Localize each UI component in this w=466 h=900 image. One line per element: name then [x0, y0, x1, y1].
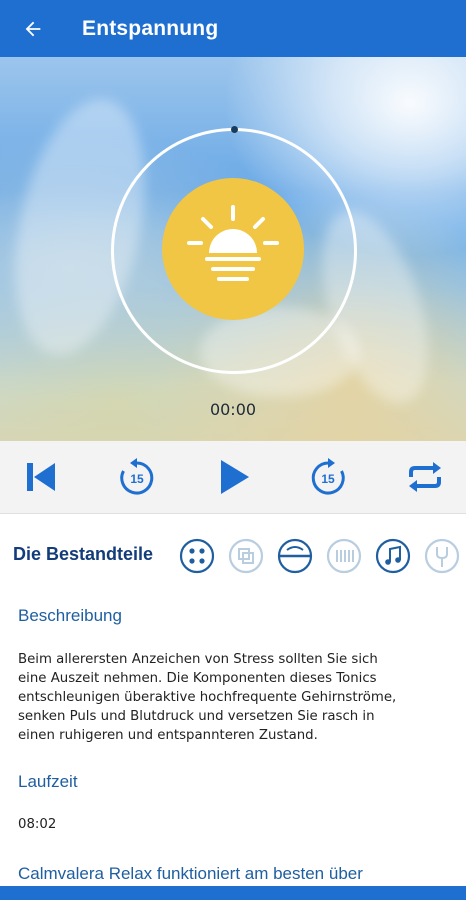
- bars-icon[interactable]: [326, 538, 362, 574]
- repeat-button[interactable]: [403, 455, 447, 499]
- repeat-icon: [409, 462, 441, 492]
- forward-15-icon: 15: [311, 458, 345, 495]
- sunrise-icon: [187, 205, 279, 281]
- layers-icon[interactable]: [228, 538, 264, 574]
- player-artwork-area: 00:00: [0, 57, 466, 441]
- fork-icon[interactable]: [424, 538, 460, 574]
- skip-previous-button[interactable]: [19, 455, 63, 499]
- best-with-heading: Calmvalera Relax funktioniert am besten …: [18, 864, 363, 883]
- forward-15-button[interactable]: 15: [306, 455, 350, 499]
- runtime-heading: Laufzeit: [18, 772, 78, 791]
- page-title: Entspannung: [82, 16, 219, 40]
- svg-text:15: 15: [321, 472, 335, 486]
- wave-circle-icon[interactable]: [277, 538, 313, 574]
- replay-15-icon: 15: [120, 458, 154, 495]
- description-heading: Beschreibung: [18, 606, 122, 625]
- components-title: Die Bestandteile: [13, 544, 154, 564]
- playback-controls: 15 15: [0, 441, 466, 514]
- skip-previous-icon: [27, 463, 55, 491]
- sunrise-badge: [162, 178, 304, 320]
- app-bar: Entspannung: [0, 0, 466, 57]
- rewind-15-button[interactable]: 15: [115, 455, 159, 499]
- back-button[interactable]: [18, 14, 48, 44]
- progress-handle[interactable]: [231, 126, 238, 133]
- elapsed-time: 00:00: [209, 400, 257, 419]
- arrow-left-icon: [25, 21, 41, 36]
- description-text: Beim allerersten Anzeichen von Stress so…: [18, 652, 397, 743]
- components-row: Die Bestandteile: [0, 514, 466, 598]
- dots-icon[interactable]: [179, 538, 215, 574]
- runtime-value: 08:02: [18, 817, 57, 832]
- svg-text:15: 15: [130, 472, 144, 486]
- bottom-bar: [0, 886, 466, 900]
- play-icon: [221, 460, 249, 494]
- music-note-icon[interactable]: [375, 538, 411, 574]
- play-button[interactable]: [211, 455, 255, 499]
